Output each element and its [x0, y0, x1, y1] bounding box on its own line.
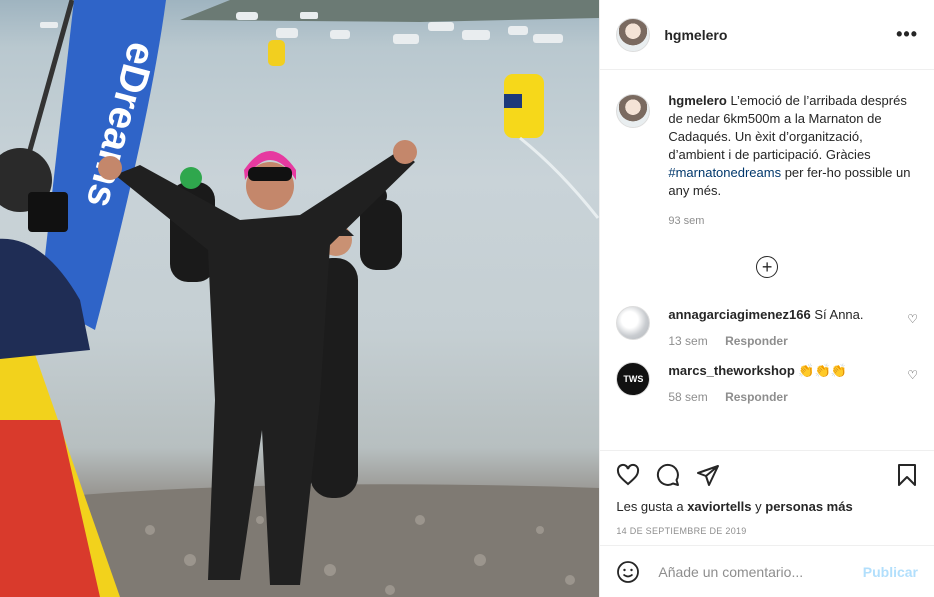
comment-avatar[interactable]: TWS — [616, 362, 651, 396]
likes-rest[interactable]: personas más — [765, 499, 852, 514]
comment-body: annagarciagimenez166 Sí Anna. 13 sem Res… — [668, 306, 899, 350]
comment-reply-button[interactable]: Responder — [725, 390, 788, 404]
photo-scene: eDreams — [0, 0, 600, 597]
comment-username[interactable]: annagarciagimenez166 — [668, 307, 810, 322]
comment-meta: 58 sem Responder — [668, 388, 899, 406]
comment-username[interactable]: marcs_theworkshop — [668, 363, 794, 378]
likes-user[interactable]: xaviortells — [687, 499, 751, 514]
likes-middle: y — [751, 499, 766, 514]
action-icons — [616, 461, 918, 489]
likes-prefix: Les gusta a — [616, 499, 688, 514]
comment-time[interactable]: 13 sem — [668, 334, 707, 348]
likes-line: Les gusta a xaviortells y personas más — [616, 499, 918, 514]
post-photo[interactable]: eDreams — [0, 0, 600, 597]
caption-avatar[interactable] — [616, 94, 651, 128]
comment-avatar[interactable] — [616, 306, 651, 340]
caption: hgmelero L’emoció de l’arribada després … — [616, 86, 918, 230]
post-header: hgmelero ••• — [600, 0, 934, 70]
post-date[interactable]: 14 DE SEPTIEMBRE DE 2019 — [616, 526, 918, 536]
comment-time[interactable]: 58 sem — [668, 390, 707, 404]
load-more: + — [616, 256, 918, 278]
add-comment-bar: Publicar — [600, 545, 934, 597]
caption-body: hgmelero L’emoció de l’arribada després … — [668, 86, 918, 230]
caption-username[interactable]: hgmelero — [668, 93, 727, 108]
comment-like-heart-icon[interactable]: ♡ — [907, 312, 918, 350]
comment-item: annagarciagimenez166 Sí Anna. 13 sem Res… — [616, 306, 918, 350]
action-bar: Les gusta a xaviortells y personas más 1… — [600, 450, 934, 545]
caption-time[interactable]: 93 sem — [668, 212, 918, 230]
comment-reply-button[interactable]: Responder — [725, 334, 788, 348]
post-modal: eDreams hgmelero ••• hgmelero L’emoció d… — [0, 0, 934, 597]
comment-input[interactable] — [656, 562, 863, 581]
post-sidebar: hgmelero ••• hgmelero L’emoció de l’arri… — [599, 0, 934, 597]
emoji-icon[interactable] — [616, 559, 642, 585]
comment-like-heart-icon[interactable]: ♡ — [907, 368, 918, 406]
comment-body: marcs_theworkshop 👏👏👏 58 sem Responder — [668, 362, 899, 406]
comment-text: Sí Anna. — [814, 307, 864, 322]
load-more-comments-button[interactable]: + — [756, 256, 779, 278]
comment-icon[interactable] — [656, 463, 680, 487]
comment-text: 👏👏👏 — [798, 363, 847, 378]
author-username[interactable]: hgmelero — [664, 27, 896, 43]
paper-plane-icon[interactable] — [696, 463, 720, 487]
comments-section: hgmelero L’emoció de l’arribada després … — [600, 70, 934, 450]
publish-button[interactable]: Publicar — [863, 564, 918, 580]
author-avatar[interactable] — [616, 17, 651, 52]
comment-meta: 13 sem Responder — [668, 332, 899, 350]
comment-item: TWS marcs_theworkshop 👏👏👏 58 sem Respond… — [616, 362, 918, 406]
caption-hashtag[interactable]: #marnatonedreams — [668, 165, 781, 180]
bookmark-icon[interactable] — [896, 463, 918, 487]
heart-icon[interactable] — [616, 463, 640, 487]
more-icon[interactable]: ••• — [896, 24, 918, 45]
